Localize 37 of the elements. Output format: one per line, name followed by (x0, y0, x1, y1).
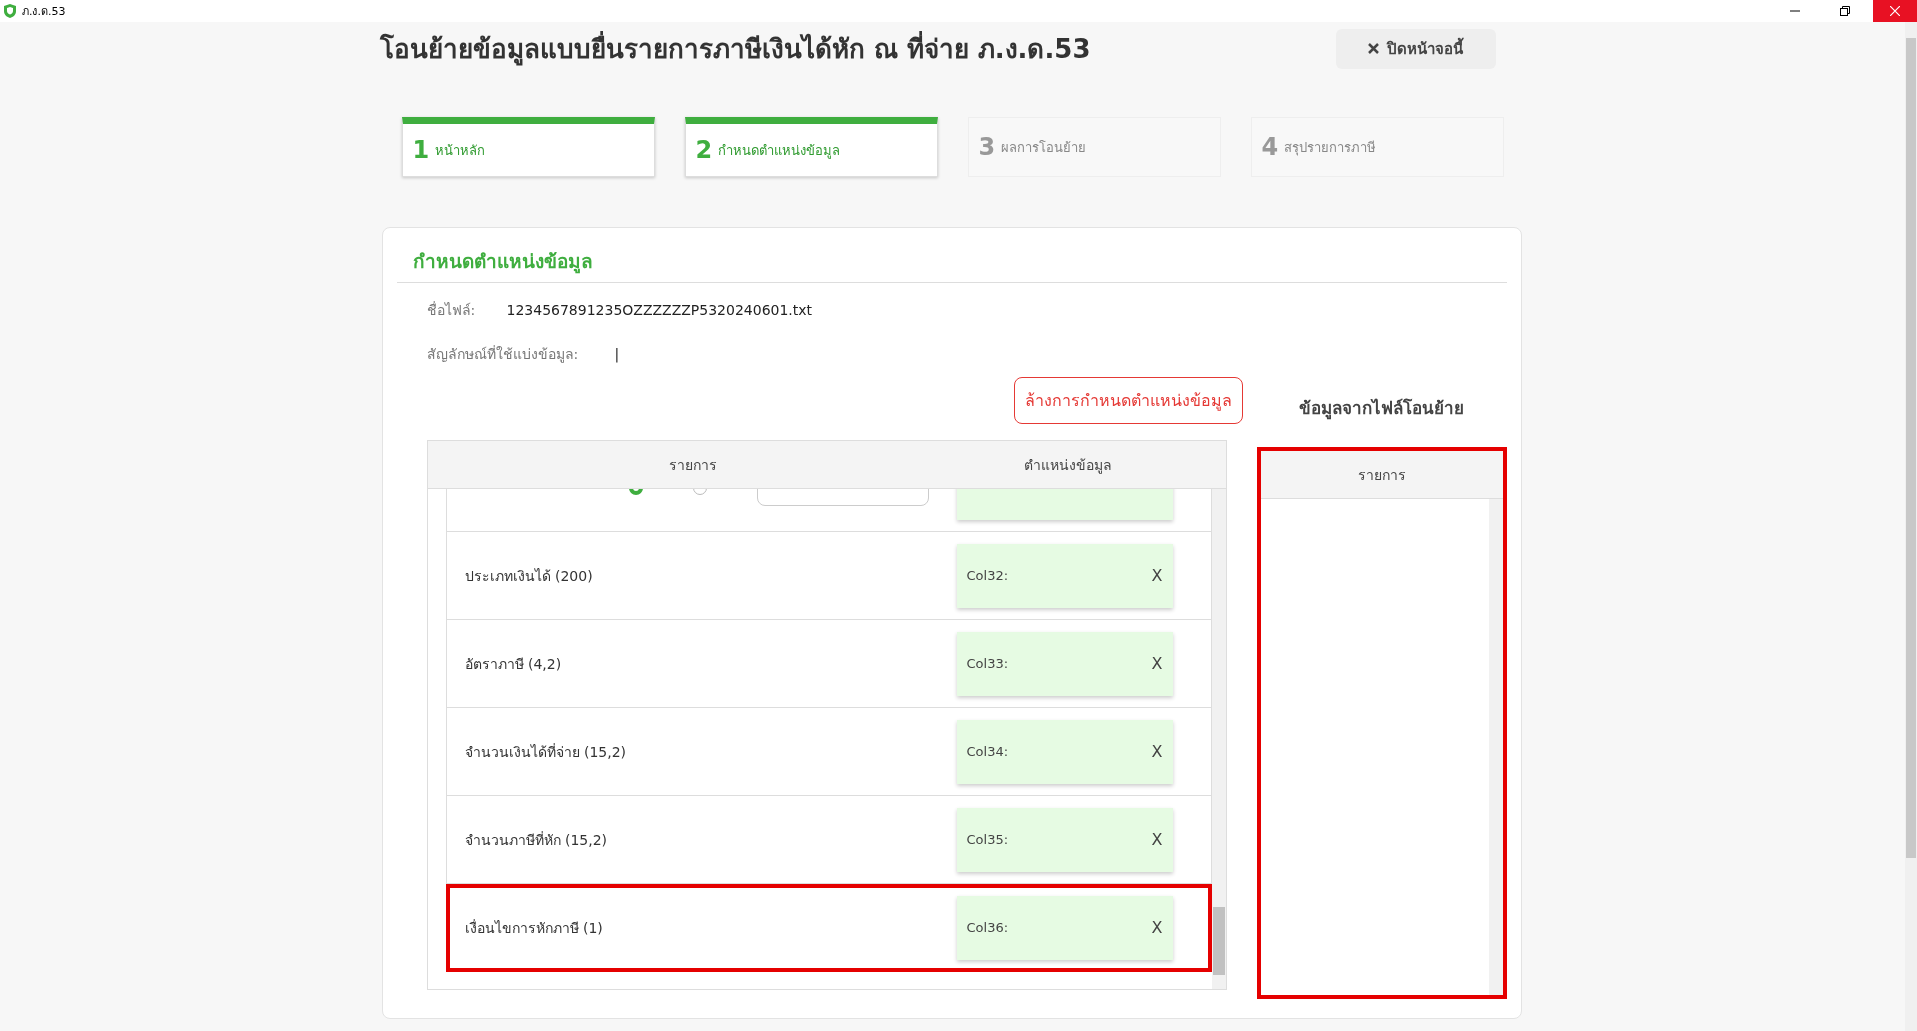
separator-value: | (614, 346, 620, 362)
remove-button[interactable]: X (1151, 742, 1163, 761)
row-label: จำนวนภาษีที่หัก (15,2) (464, 830, 609, 850)
step-tab[interactable]: 2 กำหนดตำแหน่งข้อมูล (684, 117, 938, 177)
page-title: โอนย้ายข้อมูลแบบยื่นรายการภาษีเงินได้หัก ณ ที่จ่าย ภ.ง.ด.53 (379, 28, 1091, 69)
shield-icon (4, 4, 16, 18)
column-name: Col35: (966, 832, 1009, 847)
file-name: 1234567891235OZZZZZZP5320240601.txt (506, 302, 813, 318)
remove-button[interactable]: X (1151, 654, 1163, 673)
restore-icon (1840, 6, 1850, 16)
file-label: ชื่อไฟล์: (426, 300, 477, 320)
column-name: Col32: (966, 568, 1009, 583)
separator-label: สัญลักษณ์ที่ใช้แบ่งข้อมูล: (426, 344, 580, 365)
scrollbar[interactable] (1488, 499, 1503, 995)
column-header: รายการ (1260, 451, 1503, 499)
row-label: เงื่อนไขการหักภาษี (1) (464, 918, 604, 938)
close-icon (1890, 6, 1900, 16)
column-name: Col36: (966, 920, 1009, 935)
close-button[interactable] (1873, 0, 1917, 22)
panel-title: ข้อมูลจากไฟล์โอนย้าย (1298, 396, 1465, 422)
column-header: รายการ (667, 455, 718, 475)
column-name: Col33: (966, 656, 1009, 671)
remove-button[interactable]: X (1151, 918, 1163, 937)
column-header: ตำแหน่งข้อมูล (1022, 455, 1113, 476)
step-tab[interactable]: 1 หน้าหลัก (401, 117, 655, 177)
remove-button[interactable]: X (1151, 830, 1163, 849)
remove-button[interactable]: X (1151, 566, 1163, 585)
column-name: Col34: (966, 744, 1009, 759)
close-page-button[interactable]: ปิดหน้าจอนี้ (1335, 28, 1496, 69)
clear-mapping-button[interactable]: ล้างการกำหนดตำแหน่งข้อมูล (1013, 377, 1243, 424)
close-icon (1368, 43, 1379, 54)
row-label: ประเภทเงินได้ (200) (464, 566, 594, 586)
row-label: จำนวนเงินได้ที่จ่าย (15,2) (464, 742, 628, 762)
window-title: ภ.ง.ด.53 (22, 4, 67, 20)
row-label: อัตราภาษี (4,2) (464, 654, 563, 674)
section-title: กำหนดตำแหน่งข้อมูล (396, 246, 1507, 283)
page-scrollbar[interactable] (1905, 22, 1917, 1031)
